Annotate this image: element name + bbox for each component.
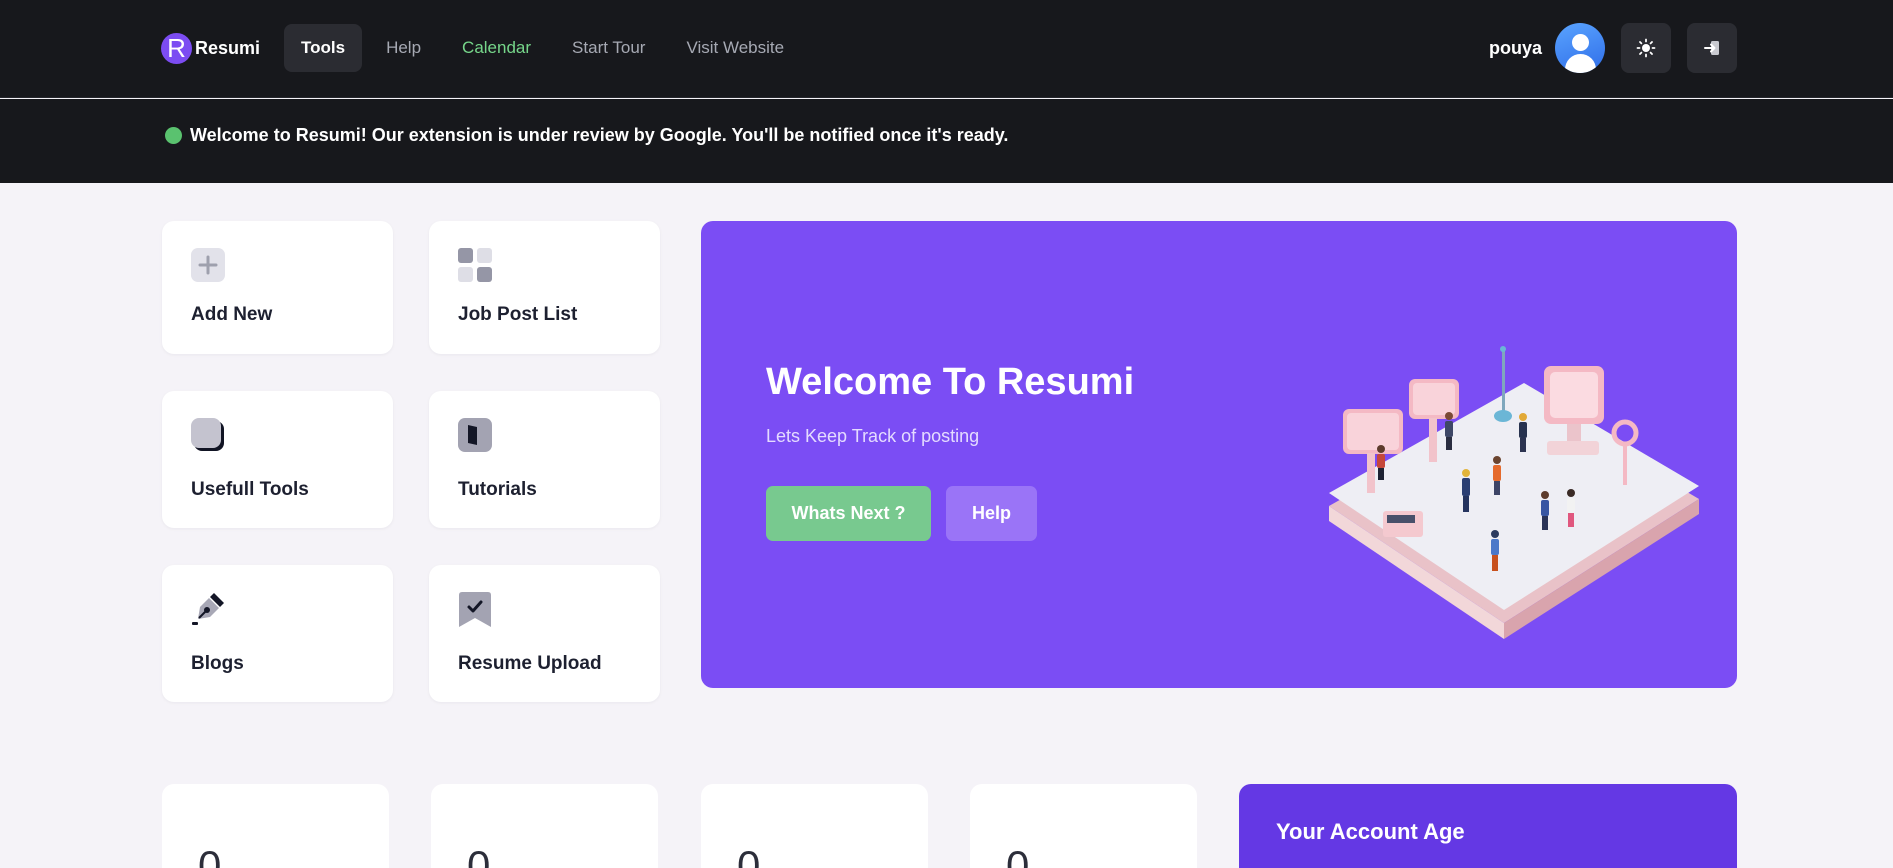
top-navbar: R Resumi Tools Help Calendar Start Tour … (0, 0, 1893, 98)
avatar-body (1565, 54, 1596, 73)
brand-name: Resumi (195, 37, 261, 58)
tool-card-blogs[interactable]: Blogs (162, 565, 393, 702)
hero-help-button[interactable]: Help (946, 486, 1037, 541)
tool-card-label: Blogs (191, 653, 244, 674)
nav-visit-website[interactable]: Visit Website (669, 24, 801, 72)
tool-card-label: Add New (191, 304, 273, 325)
tool-card-resume-upload[interactable]: Resume Upload (429, 565, 660, 702)
whats-next-button[interactable]: Whats Next ? (766, 486, 931, 541)
theme-toggle-button[interactable] (1621, 23, 1671, 73)
avatar[interactable] (1555, 23, 1605, 73)
stat-card: 0 (970, 784, 1197, 868)
brand[interactable]: R Resumi (161, 32, 260, 64)
welcome-hero: Welcome To Resumi Lets Keep Track of pos… (701, 221, 1737, 688)
hero-title: Welcome To Resumi (766, 361, 1135, 403)
stat-value: 0 (467, 842, 491, 868)
stat-value: 0 (737, 842, 761, 868)
bookmark-check-icon (459, 592, 491, 627)
account-age-title: Your Account Age (1276, 819, 1465, 844)
tools-icon (191, 418, 224, 451)
nav-tools[interactable]: Tools (284, 24, 363, 72)
stat-card: 0 (162, 784, 389, 868)
stat-value: 0 (198, 842, 222, 868)
username: pouya (1488, 37, 1542, 58)
banner-text: Welcome to Resumi! Our extension is unde… (190, 125, 1009, 145)
sun-icon (1636, 38, 1656, 58)
nav-calendar[interactable]: Calendar (445, 24, 548, 72)
logout-icon (1704, 41, 1719, 55)
book-icon (458, 418, 492, 452)
tool-card-add-new[interactable]: Add New (162, 221, 393, 354)
brand-logo: R (161, 32, 192, 64)
tool-card-tutorials[interactable]: Tutorials (429, 391, 660, 528)
tool-card-label: Tutorials (458, 479, 537, 500)
plus-icon (191, 248, 225, 282)
logout-button[interactable] (1687, 23, 1737, 73)
stat-card: 0 (701, 784, 928, 868)
stat-value: 0 (1006, 842, 1030, 868)
pen-icon (192, 593, 224, 625)
hero-subtitle: Lets Keep Track of posting (766, 426, 980, 446)
main-nav: Tools Help Calendar Start Tour Visit Web… (284, 24, 808, 72)
job-fair-illustration (1329, 346, 1699, 639)
nav-help[interactable]: Help (369, 24, 438, 72)
tool-card-label: Resume Upload (458, 653, 602, 674)
tool-card-usefull-tools[interactable]: Usefull Tools (162, 391, 393, 528)
notice-banner: Welcome to Resumi! Our extension is unde… (0, 99, 1893, 183)
tool-card-job-post-list[interactable]: Job Post List (429, 221, 660, 354)
user-area: pouya (1489, 23, 1737, 73)
stat-card: 0 (431, 784, 658, 868)
status-dot (165, 127, 182, 144)
nav-start-tour[interactable]: Start Tour (555, 24, 662, 72)
tool-card-label: Job Post List (458, 304, 578, 325)
account-age-card: Your Account Age (1239, 784, 1737, 868)
tool-card-label: Usefull Tools (191, 479, 309, 500)
avatar-head (1572, 34, 1589, 51)
grid-icon (458, 248, 492, 282)
